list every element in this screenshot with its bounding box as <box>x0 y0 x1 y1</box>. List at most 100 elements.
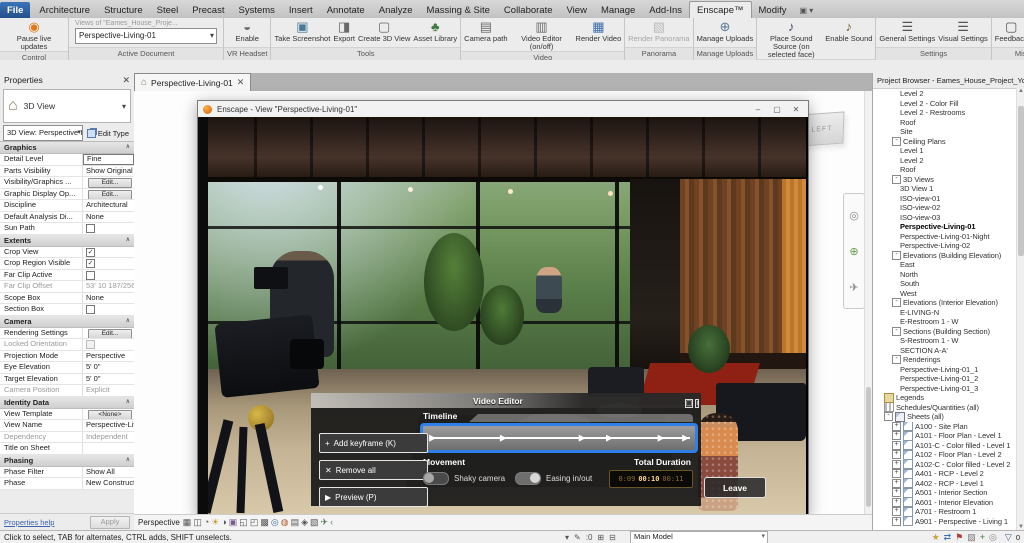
tree-item-e-restroom-1-w[interactable]: E-Restroom 1 - W <box>873 317 1017 327</box>
edit-button[interactable]: <None> <box>88 410 132 420</box>
tree-item-elevations-interior-elevation[interactable]: -Elevations (Interior Elevation) <box>873 298 1017 308</box>
view-tab[interactable]: ⌂ Perspective-Living-01 ✕ <box>134 73 251 91</box>
tree-item-sections-building-section[interactable]: -Sections (Building Section) <box>873 327 1017 337</box>
ribbon-tab-precast[interactable]: Precast <box>185 2 231 18</box>
crop-view-icon[interactable]: ◱ <box>239 517 248 527</box>
editable-only-icon[interactable]: ✎ <box>574 533 581 542</box>
tree-item-east[interactable]: East <box>873 260 1017 270</box>
tree-item-a100-site-plan[interactable]: +A100 - Site Plan <box>873 422 1017 432</box>
temporary-hide-icon[interactable]: ◎ <box>271 517 279 527</box>
tree-item-perspective-living-01-3[interactable]: Perspective-Living-01_3 <box>873 384 1017 394</box>
ribbon-tab-annotate[interactable]: Annotate <box>320 2 372 18</box>
tree-item-ceiling-plans[interactable]: -Ceiling Plans <box>873 137 1017 147</box>
displacement-icon[interactable]: ▧ <box>310 517 319 527</box>
section-header-extents[interactable]: Extents∧ <box>0 235 134 247</box>
keyframe-marker[interactable]: ▶ <box>606 434 613 443</box>
pause-live-updates-button[interactable]: ◉Pause live updates <box>2 19 66 51</box>
edit-button[interactable]: Edit... <box>88 178 132 188</box>
manage-uploads-button[interactable]: ⊕Manage Uploads <box>696 19 755 43</box>
tree-item-a402-rcp-level-1[interactable]: +A402 - RCP - Level 1 <box>873 479 1017 489</box>
ribbon-tab-steel[interactable]: Steel <box>150 2 186 18</box>
enable-sound-button[interactable]: ♪Enable Sound <box>824 19 873 43</box>
type-selector[interactable]: ⌂ 3D View ▾ <box>3 89 131 123</box>
collapse-icon[interactable]: - <box>892 327 901 336</box>
collapse-icon[interactable]: - <box>892 298 901 307</box>
collapse-icon[interactable]: - <box>892 355 901 364</box>
expand-icon[interactable]: + <box>892 469 901 478</box>
take-screenshot-button[interactable]: ▣Take Screenshot <box>273 19 331 43</box>
tree-item-level-2-restrooms[interactable]: Level 2 - Restrooms <box>873 108 1017 118</box>
remove-all-button[interactable]: ✕Remove all <box>319 460 428 480</box>
expand-icon[interactable]: + <box>892 498 901 507</box>
tree-item-a101-c-color-filled-level-1[interactable]: +A101-C - Color filled - Level 1 <box>873 441 1017 451</box>
collapse-icon[interactable]: - <box>892 137 901 146</box>
shadows-icon[interactable]: ◑ <box>221 517 226 527</box>
tree-item-a701-restroom-1[interactable]: +A701 - Restroom 1 <box>873 507 1017 517</box>
expand-icon[interactable]: + <box>892 422 901 431</box>
ribbon-tab-modify[interactable]: Modify <box>752 2 794 18</box>
main-model-dropdown[interactable]: Main Model <box>630 531 768 543</box>
checkbox[interactable] <box>86 271 95 280</box>
ribbon-tab-view[interactable]: View <box>560 2 594 18</box>
tree-item-elevations-building-elevation[interactable]: -Elevations (Building Elevation) <box>873 251 1017 261</box>
ribbon-tab-structure[interactable]: Structure <box>97 2 150 18</box>
ribbon-tab-insert[interactable]: Insert <box>282 2 320 18</box>
expand-icon[interactable]: + <box>892 450 901 459</box>
camera-path-button[interactable]: ▤Camera path <box>463 19 508 43</box>
view-selector-dropdown[interactable]: 3D View: Perspective-Living- <box>3 125 83 141</box>
expand-icon[interactable]: + <box>892 517 901 526</box>
render-dialog-icon[interactable]: ▣ <box>229 517 238 527</box>
link-icon[interactable]: ⊞ <box>597 533 604 542</box>
ribbon-tab-file[interactable]: File <box>0 2 30 18</box>
checkbox[interactable]: ✓ <box>86 259 95 268</box>
tree-item-3d-view-1[interactable]: 3D View 1 <box>873 184 1017 194</box>
tree-item-west[interactable]: West <box>873 289 1017 299</box>
sync-icon[interactable]: ⇄ <box>944 532 952 542</box>
canvas-scrollbar[interactable] <box>864 91 872 515</box>
leave-button[interactable]: Leave <box>704 477 766 498</box>
tree-item-a601-interior-elevation[interactable]: +A601 - Interior Elevation <box>873 498 1017 508</box>
total-duration-picker[interactable]: 0:0900:1000:11 <box>609 470 693 488</box>
ribbon-tab-analyze[interactable]: Analyze <box>372 2 420 18</box>
tree-item-sheets-all[interactable]: -Sheets (all) <box>873 412 1017 422</box>
apply-button[interactable]: Apply <box>90 516 130 529</box>
feedback-button[interactable]: ▢Feedback <box>994 19 1024 43</box>
expand-icon[interactable]: + <box>892 460 901 469</box>
tree-item-level-2-color-fill[interactable]: Level 2 - Color Fill <box>873 99 1017 109</box>
enable-button[interactable]: ◒Enable <box>235 19 260 43</box>
tree-item-a101-floor-plan-level-1[interactable]: +A101 - Floor Plan - Level 1 <box>873 431 1017 441</box>
checkbox[interactable]: ✓ <box>86 248 95 257</box>
tree-item-section-a-a[interactable]: SECTION A-A' <box>873 346 1017 356</box>
keyframe-marker[interactable]: ▶ <box>579 434 586 443</box>
timeline-bar[interactable]: ▶▶▶▶▶▶ <box>420 423 698 453</box>
tree-item-s-restroom-1-w[interactable]: S-Restroom 1 - W <box>873 336 1017 346</box>
scale-icon[interactable]: ▦ <box>183 517 192 527</box>
edit-type-button[interactable]: Edit Type <box>85 126 131 140</box>
keyframe-marker[interactable]: ▶ <box>500 434 507 443</box>
filter-icon[interactable]: ▽ <box>1005 532 1012 543</box>
minimize-button[interactable]: – <box>751 105 765 114</box>
general-settings-button[interactable]: ☰General Settings <box>878 19 936 43</box>
tree-item-iso-view-01[interactable]: ISO-view-01 <box>873 194 1017 204</box>
exclusion-icon[interactable]: ⊟ <box>609 533 616 542</box>
collapse-icon[interactable]: - <box>892 175 901 184</box>
close-button[interactable]: ✕ <box>789 105 803 114</box>
analytical-model-icon[interactable]: ◈ <box>301 517 308 527</box>
tree-item-level-2[interactable]: Level 2 <box>873 89 1017 99</box>
tree-item-north[interactable]: North <box>873 270 1017 280</box>
collapse-icon[interactable]: - <box>884 412 893 421</box>
place-sound-source-on-selected-face-button[interactable]: ♪Place Sound Source (on selected face) <box>759 19 823 59</box>
detail-level-icon[interactable]: ◫ <box>193 517 202 527</box>
tree-item-site[interactable]: Site <box>873 127 1017 137</box>
expand-button[interactable]: ▢ <box>685 399 694 408</box>
keyframe-marker[interactable]: ▶ <box>682 434 689 443</box>
tree-item-perspective-living-01-2[interactable]: Perspective-Living-01_2 <box>873 374 1017 384</box>
section-header-graphics[interactable]: Graphics∧ <box>0 142 134 154</box>
expand-icon[interactable]: + <box>892 441 901 450</box>
info-button[interactable]: i <box>695 399 699 408</box>
zoom-icon[interactable]: ⊕ <box>849 245 858 258</box>
worksharing-icon[interactable]: ★ <box>932 532 940 542</box>
collapse-icon[interactable]: - <box>892 251 901 260</box>
reveal-hidden-icon[interactable]: ◍ <box>281 517 289 527</box>
project-browser-scrollbar[interactable]: ▲▼ <box>1016 88 1024 530</box>
